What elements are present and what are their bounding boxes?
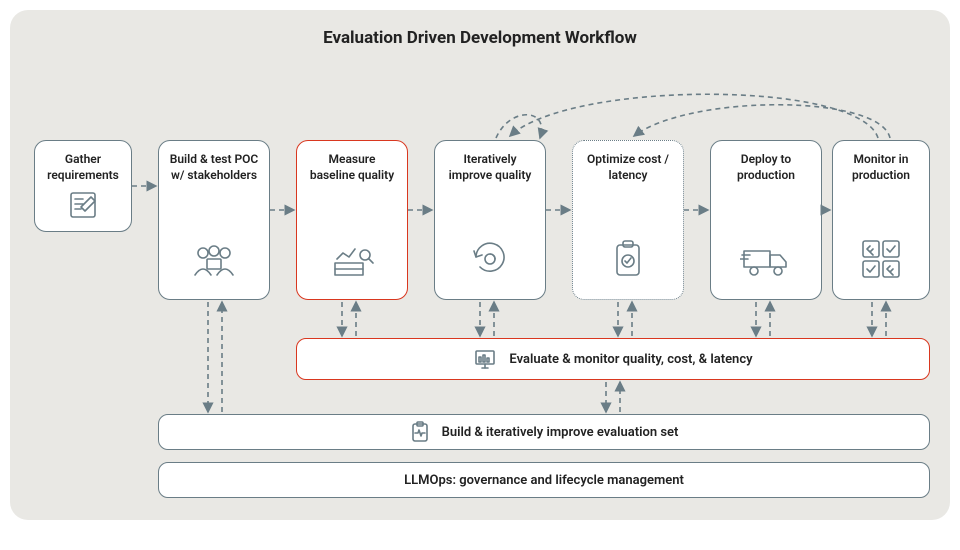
clipboard-check-icon (609, 237, 647, 281)
bar-llmops: LLMOps: governance and lifecycle managem… (158, 462, 930, 498)
step-label: Optimize cost / latency (587, 152, 669, 182)
step-monitor-production: Monitor in production (832, 140, 930, 300)
bar-label: Build & iteratively improve evaluation s… (442, 425, 679, 440)
diagram-title: Evaluation Driven Development Workflow (10, 28, 950, 48)
step-optimize-cost-latency: Optimize cost / latency (572, 140, 684, 300)
step-label: Monitor in production (852, 152, 910, 182)
monitor-chart-icon (473, 347, 497, 371)
step-deploy-production: Deploy to production (710, 140, 822, 300)
step-label: Measure baseline quality (310, 152, 394, 182)
step-label: Iteratively improve quality (449, 152, 532, 182)
step-gather-requirements: Gather requirements (34, 140, 132, 232)
form-pencil-icon (65, 187, 101, 223)
bar-label: LLMOps: governance and lifecycle managem… (404, 473, 684, 488)
dashboard-grid-icon (859, 237, 903, 281)
step-label: Build & test POC w/ stakeholders (170, 152, 259, 182)
bar-build-eval-set: Build & iteratively improve evaluation s… (158, 414, 930, 450)
diagram-canvas: Evaluation Driven Development Workflow G… (10, 10, 950, 520)
bar-evaluate-monitor: Evaluate & monitor quality, cost, & late… (296, 338, 930, 380)
step-build-test-poc: Build & test POC w/ stakeholders (158, 140, 270, 300)
step-iteratively-improve: Iteratively improve quality (434, 140, 546, 300)
clipboard-pulse-icon (410, 421, 430, 443)
bar-label: Evaluate & monitor quality, cost, & late… (509, 352, 752, 367)
refresh-cycle-icon (468, 237, 512, 281)
step-label: Deploy to production (737, 152, 795, 182)
step-label: Gather requirements (47, 152, 119, 182)
truck-icon (740, 243, 792, 279)
analytics-icon (329, 241, 375, 281)
step-measure-baseline: Measure baseline quality (296, 140, 408, 300)
stakeholders-icon (189, 241, 239, 281)
